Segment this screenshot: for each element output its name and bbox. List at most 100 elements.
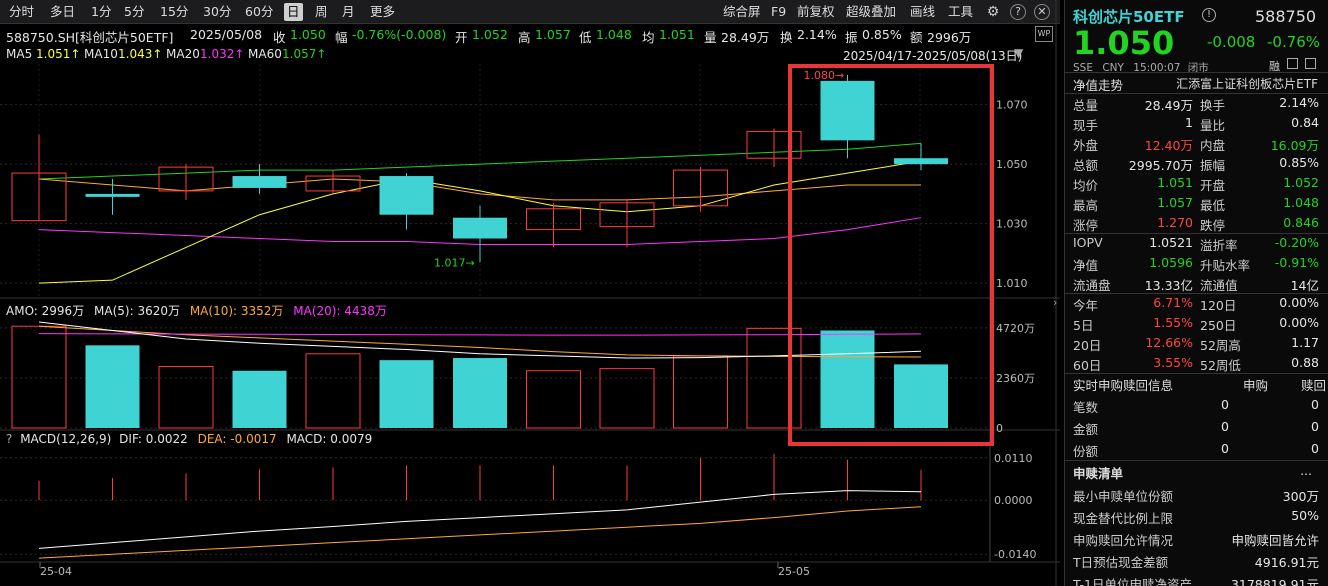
subscription-label: 份额	[1073, 441, 1098, 460]
price-tick-label: 1.070	[996, 99, 1028, 112]
stat-label: 总额	[1073, 155, 1098, 174]
list-row: 现金替代比例上限 50%	[1065, 506, 1328, 526]
x-tick-label: 25-05	[778, 565, 810, 578]
macd-dea-line	[39, 507, 921, 558]
volume-bar	[159, 367, 213, 428]
price-tick-label: 1.050	[996, 158, 1028, 171]
list-value: 50%	[1291, 508, 1319, 523]
stat-value: 12.66%	[1145, 335, 1193, 350]
volume-bar	[233, 371, 287, 428]
list-label: 最小申赎单位份额	[1073, 486, 1173, 505]
quote-side-panel: 科创芯片50ETF ! 588750 1.050 -0.008 -0.76% S…	[1064, 0, 1328, 586]
stat-value: 16.09万	[1271, 135, 1319, 154]
list-value: 4916.91元	[1255, 552, 1319, 571]
stat-value: 1.270	[1157, 215, 1193, 230]
stat-value: 14亿	[1291, 275, 1319, 294]
stat-value: 1.052	[1283, 175, 1319, 190]
stat-row: 流通盘13.33亿流通值14亿	[1065, 273, 1328, 293]
subscription-row: 份额00	[1065, 439, 1328, 459]
volume-tick-label: 4720万	[996, 322, 1035, 335]
stat-label: 内盘	[1200, 135, 1225, 154]
stat-label: 均价	[1073, 175, 1098, 194]
candle-body	[894, 158, 948, 164]
stat-row: 净值1.0596升贴水率-0.91%	[1065, 253, 1328, 273]
stat-value: 1.0596	[1149, 255, 1193, 270]
price-tick-label: 1.010	[996, 277, 1028, 290]
stat-value: 13.33亿	[1145, 275, 1193, 294]
volume-bar	[894, 364, 948, 428]
fund-code: 588750	[1255, 7, 1316, 26]
kline-chart[interactable]: 1.0701.0501.0301.0104720万2360万00.01100.0…	[0, 0, 1060, 586]
stat-value: 0.84	[1291, 115, 1319, 130]
list-value: 申购赎回皆允许	[1231, 530, 1319, 549]
stat-label: 52周低	[1200, 355, 1241, 374]
stat-label: 升贴水率	[1200, 255, 1250, 274]
stat-label: 换手	[1200, 95, 1225, 114]
stat-row: 现手1量比0.84	[1065, 113, 1328, 133]
stat-value: 0.85%	[1279, 155, 1319, 170]
volume-bar	[527, 371, 581, 428]
stat-value: 0.846	[1283, 215, 1319, 230]
stat-value: 2995.70万	[1129, 155, 1193, 174]
highlight-box	[790, 66, 992, 444]
subscription-row: 笔数00	[1065, 395, 1328, 415]
candle-body	[453, 218, 507, 239]
subscription-value: 0	[1221, 441, 1229, 456]
stat-value: 1.0521	[1149, 235, 1193, 250]
volume-bar	[306, 354, 360, 428]
stat-row: 总量28.49万换手2.14%	[1065, 93, 1328, 113]
volume-bar	[86, 345, 140, 428]
list-row: 申购赎回允许情况 申购赎回皆允许	[1065, 528, 1328, 548]
price-change: -0.008	[1207, 33, 1255, 51]
price-change-pct: -0.76%	[1267, 33, 1320, 51]
volume-bar	[821, 330, 875, 428]
stat-value: -0.91%	[1275, 255, 1319, 270]
volume-tick-label: 2360万	[996, 372, 1035, 385]
window-icon[interactable]	[1305, 58, 1316, 69]
grid-icon[interactable]	[1287, 58, 1298, 69]
stat-row: 5日1.55%250日0.00%	[1065, 313, 1328, 333]
list-label: T-1日单位申赎净资产	[1073, 574, 1192, 586]
redemption-value: 0	[1311, 397, 1319, 412]
list-title: 申赎清单	[1073, 463, 1123, 482]
stat-label: 120日	[1200, 295, 1236, 314]
list-row: 最小申赎单位份额300万	[1065, 484, 1328, 504]
stat-row: 外盘12.40万内盘16.09万	[1065, 133, 1328, 153]
stat-value: 3.55%	[1153, 355, 1193, 370]
stat-value: 1.051	[1157, 175, 1193, 190]
list-label: 申购赎回允许情况	[1073, 530, 1173, 549]
help-small-icon[interactable]: ?	[6, 432, 12, 446]
stat-value: 0.00%	[1279, 315, 1319, 330]
stat-label: 溢折率	[1200, 235, 1238, 254]
collapse-arrow-icon[interactable]: ›	[1053, 296, 1057, 309]
list-label: 现金替代比例上限	[1073, 508, 1173, 527]
stat-label: 20日	[1073, 335, 1101, 354]
list-label: T日预估现金差额	[1073, 552, 1168, 571]
list-value: 3178819.91元	[1231, 574, 1319, 586]
stat-row: 20日12.66%52周高1.17	[1065, 333, 1328, 353]
subscription-label: 金额	[1073, 419, 1098, 438]
fund-full-name: 汇添富上证科创板芯片ETF	[1176, 75, 1318, 92]
subscription-value: 0	[1221, 419, 1229, 434]
volume-tick-label: 0	[996, 422, 1003, 435]
macd-tick-label: 0.0110	[994, 452, 1033, 465]
high-annotation: 1.080→	[804, 69, 845, 82]
nav-trend-link[interactable]: 净值走势	[1073, 75, 1123, 94]
stat-label: 开盘	[1200, 175, 1225, 194]
stat-row: 涨停1.270跌停0.846	[1065, 213, 1328, 233]
candle-body	[821, 81, 875, 140]
stat-label: 今年	[1073, 295, 1098, 314]
stat-value: 1.057	[1157, 195, 1193, 210]
volume-bar	[453, 358, 507, 428]
stat-value: -0.20%	[1275, 235, 1319, 250]
stat-label: 总量	[1073, 95, 1098, 114]
candle-body	[380, 176, 434, 215]
stat-label: 60日	[1073, 355, 1101, 374]
stat-value: 1.55%	[1153, 315, 1193, 330]
stat-value: 2.14%	[1279, 95, 1319, 110]
more-icon[interactable]: ...	[1300, 463, 1312, 478]
info-icon[interactable]: !	[1202, 8, 1216, 22]
stat-label: 流通值	[1200, 275, 1238, 294]
stat-value: 1.17	[1291, 335, 1319, 350]
last-price: 1.050	[1073, 24, 1174, 62]
